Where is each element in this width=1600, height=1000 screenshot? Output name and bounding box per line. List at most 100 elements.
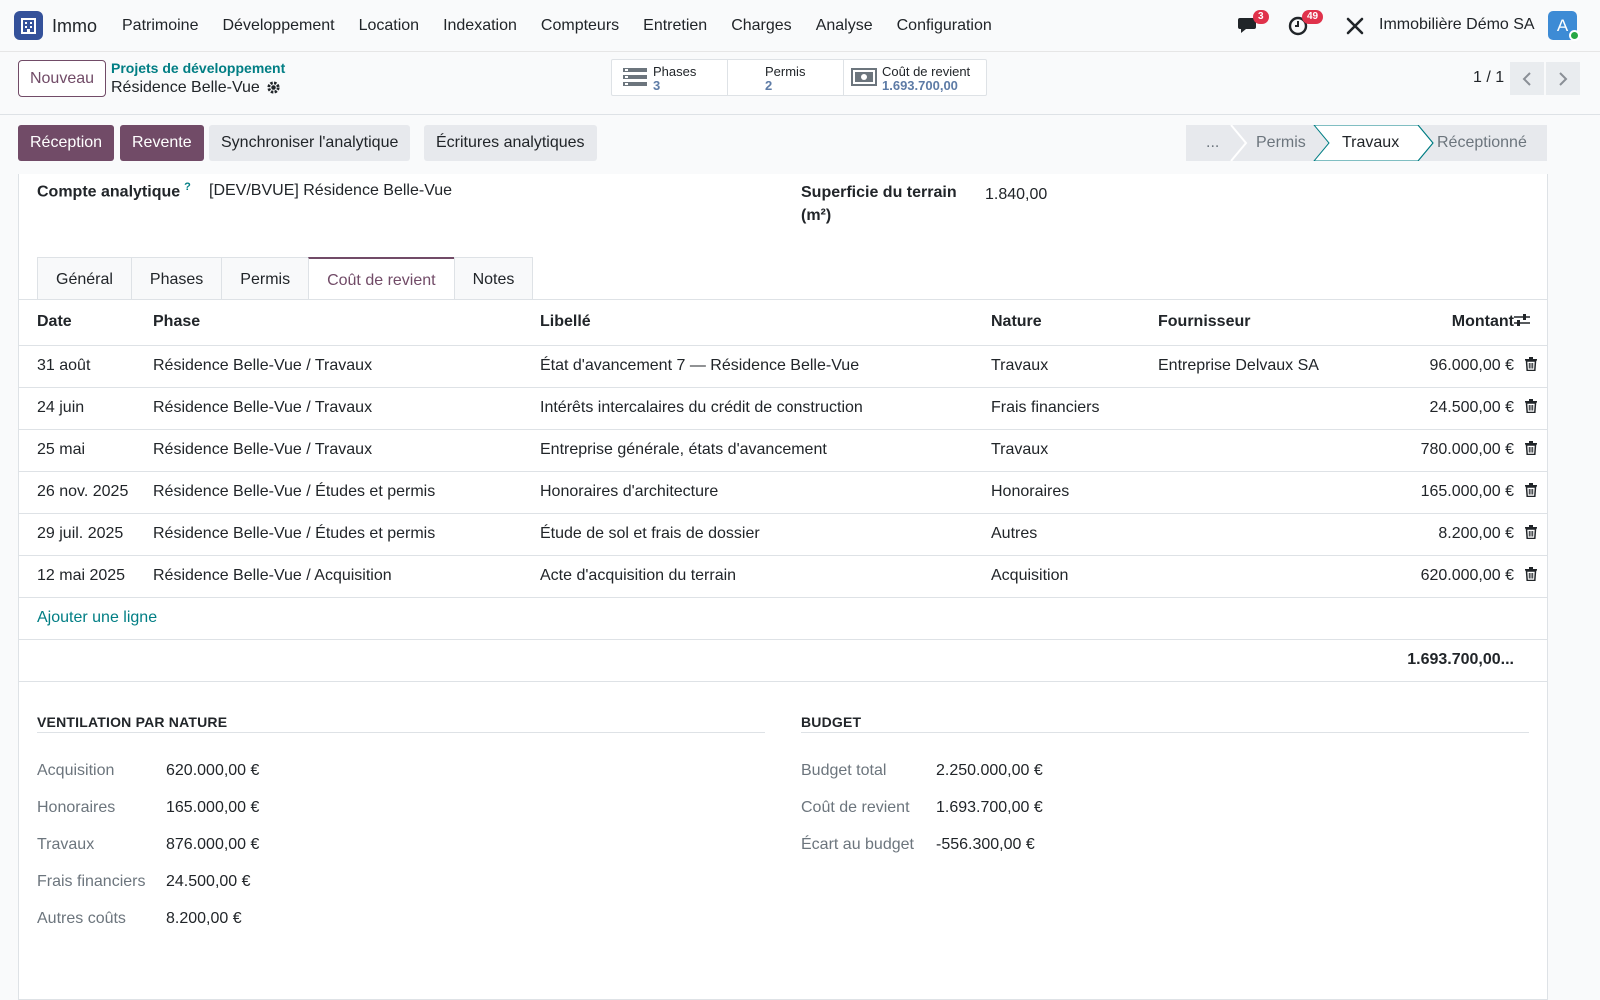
cell-nature[interactable]: Travaux xyxy=(991,429,1158,472)
cell-libelle[interactable]: Acte d'acquisition du terrain xyxy=(540,555,991,598)
clock-icon[interactable]: 49 xyxy=(1288,10,1324,38)
cell-date[interactable]: 26 nov. 2025 xyxy=(19,471,153,514)
trash-icon[interactable] xyxy=(1514,555,1548,598)
col-fournisseur[interactable]: Fournisseur xyxy=(1158,300,1358,346)
cell-fournisseur[interactable] xyxy=(1158,555,1358,598)
cell-montant[interactable]: 620.000,00 € xyxy=(1358,555,1514,598)
chevron-left-icon[interactable] xyxy=(1510,62,1544,95)
analytic-account-value[interactable]: [DEV/BVUE] Résidence Belle-Vue xyxy=(209,182,452,200)
cell-fournisseur[interactable]: Entreprise Delvaux SA xyxy=(1158,345,1358,388)
table-row[interactable]: 26 nov. 2025 Résidence Belle-Vue / Études… xyxy=(19,471,1548,514)
chat-icon[interactable]: 3 xyxy=(1238,10,1269,38)
tab-permis[interactable]: Permis xyxy=(221,257,309,300)
reception-button[interactable]: Réception xyxy=(18,125,115,161)
cell-montant[interactable]: 24.500,00 € xyxy=(1358,387,1514,430)
revente-button[interactable]: Revente xyxy=(120,125,204,161)
cell-nature[interactable]: Frais financiers xyxy=(991,387,1158,430)
menu-entretien[interactable]: Entretien xyxy=(631,17,719,35)
stage-travaux[interactable]: Travaux xyxy=(1342,125,1399,161)
menu-configuration[interactable]: Configuration xyxy=(885,17,1004,35)
cell-libelle[interactable]: Honoraires d'architecture xyxy=(540,471,991,514)
cell-date[interactable]: 12 mai 2025 xyxy=(19,555,153,598)
tab-general[interactable]: Général xyxy=(37,257,131,300)
smart-button-permis[interactable]: Permis 2 xyxy=(728,60,844,95)
cell-libelle[interactable]: Entreprise générale, états d'avancement xyxy=(540,429,991,472)
menu-compteurs[interactable]: Compteurs xyxy=(529,17,631,35)
ventilation-value: 620.000,00 € xyxy=(166,762,260,779)
cell-phase[interactable]: Résidence Belle-Vue / Travaux xyxy=(153,387,540,430)
menu-analyse[interactable]: Analyse xyxy=(804,17,885,35)
area-value[interactable]: 1.840,00 xyxy=(985,186,1047,204)
new-button[interactable]: Nouveau xyxy=(18,60,106,97)
cell-phase[interactable]: Résidence Belle-Vue / Études et permis xyxy=(153,513,540,556)
smart-button-phases[interactable]: Phases 3 xyxy=(612,60,728,95)
stage-permis[interactable]: Permis xyxy=(1256,125,1306,161)
analytic-entries-button[interactable]: Écritures analytiques xyxy=(424,125,597,161)
tab-phases[interactable]: Phases xyxy=(130,257,222,300)
menu-developpement[interactable]: Développement xyxy=(210,17,346,35)
stage-more[interactable]: ... xyxy=(1206,125,1219,161)
help-icon[interactable]: ? xyxy=(184,181,191,193)
table-row[interactable]: 29 juil. 2025 Résidence Belle-Vue / Étude… xyxy=(19,513,1548,556)
table-row[interactable]: 12 mai 2025 Résidence Belle-Vue / Acquisi… xyxy=(19,555,1548,598)
col-date[interactable]: Date xyxy=(19,300,153,346)
table-row[interactable]: 31 août Résidence Belle-Vue / Travaux État… xyxy=(19,345,1548,388)
cell-nature[interactable]: Autres xyxy=(991,513,1158,556)
breadcrumb-projects[interactable]: Projets de développement xyxy=(111,60,285,76)
cell-fournisseur[interactable] xyxy=(1158,513,1358,556)
add-line-link[interactable]: Ajouter une ligne xyxy=(19,597,1548,640)
cell-nature[interactable]: Travaux xyxy=(991,345,1158,388)
gear-icon[interactable] xyxy=(266,80,281,99)
tools-icon[interactable] xyxy=(1345,16,1369,40)
column-settings-icon[interactable] xyxy=(1514,300,1548,346)
sync-analytic-button[interactable]: Synchroniser l'analytique xyxy=(209,125,411,161)
chevron-right-icon[interactable] xyxy=(1546,62,1580,95)
cell-montant[interactable]: 780.000,00 € xyxy=(1358,429,1514,472)
tab-notes[interactable]: Notes xyxy=(453,257,534,300)
cell-date[interactable]: 25 mai xyxy=(19,429,153,472)
cell-fournisseur[interactable] xyxy=(1158,387,1358,430)
menu-charges[interactable]: Charges xyxy=(719,17,803,35)
col-montant[interactable]: Montant xyxy=(1358,300,1514,346)
trash-icon[interactable] xyxy=(1514,387,1548,430)
cell-date[interactable]: 31 août xyxy=(19,345,153,388)
cell-phase[interactable]: Résidence Belle-Vue / Travaux xyxy=(153,345,540,388)
trash-icon[interactable] xyxy=(1514,345,1548,388)
cell-montant[interactable]: 165.000,00 € xyxy=(1358,471,1514,514)
cell-nature[interactable]: Acquisition xyxy=(991,555,1158,598)
cell-montant[interactable]: 8.200,00 € xyxy=(1358,513,1514,556)
cell-fournisseur[interactable] xyxy=(1158,429,1358,472)
smart-value: 3 xyxy=(653,78,661,93)
table-row[interactable]: 24 juin Résidence Belle-Vue / Travaux Inté… xyxy=(19,387,1548,430)
trash-icon[interactable] xyxy=(1514,513,1548,556)
cell-phase[interactable]: Résidence Belle-Vue / Études et permis xyxy=(153,471,540,514)
tab-cout-de-revient[interactable]: Coût de revient xyxy=(308,257,454,300)
building-icon[interactable] xyxy=(14,11,43,40)
col-nature[interactable]: Nature xyxy=(991,300,1158,346)
cell-montant[interactable]: 96.000,00 € xyxy=(1358,345,1514,388)
record-name: Résidence Belle-Vue xyxy=(111,79,260,96)
trash-icon[interactable] xyxy=(1514,471,1548,514)
cell-date[interactable]: 24 juin xyxy=(19,387,153,430)
smart-button-cost[interactable]: Coût de revient 1.693.700,00 xyxy=(844,60,986,95)
cell-date[interactable]: 29 juil. 2025 xyxy=(19,513,153,556)
table-row[interactable]: 25 mai Résidence Belle-Vue / Travaux Entre… xyxy=(19,429,1548,472)
cell-libelle[interactable]: Étude de sol et frais de dossier xyxy=(540,513,991,556)
cell-nature[interactable]: Honoraires xyxy=(991,471,1158,514)
col-phase[interactable]: Phase xyxy=(153,300,540,346)
cell-libelle[interactable]: État d'avancement 7 — Résidence Belle-Vu… xyxy=(540,345,991,388)
menu-patrimoine[interactable]: Patrimoine xyxy=(110,17,210,35)
cell-libelle[interactable]: Intérêts intercalaires du crédit de cons… xyxy=(540,387,991,430)
pager-value[interactable]: 1 / 1 xyxy=(1473,69,1504,87)
cell-phase[interactable]: Résidence Belle-Vue / Acquisition xyxy=(153,555,540,598)
menu-location[interactable]: Location xyxy=(347,17,432,35)
menu-indexation[interactable]: Indexation xyxy=(431,17,529,35)
company-switcher[interactable]: Immobilière Démo SA xyxy=(1379,16,1535,34)
trash-icon[interactable] xyxy=(1514,429,1548,472)
cell-phase[interactable]: Résidence Belle-Vue / Travaux xyxy=(153,429,540,472)
col-libelle[interactable]: Libellé xyxy=(540,300,991,346)
cell-fournisseur[interactable] xyxy=(1158,471,1358,514)
stage-receptionne[interactable]: Réceptionné xyxy=(1437,125,1527,161)
app-name[interactable]: Immo xyxy=(52,16,97,37)
list-icon xyxy=(623,68,647,91)
